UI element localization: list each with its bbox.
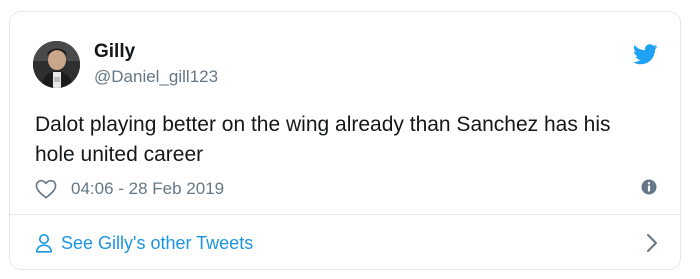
- see-other-tweets-link[interactable]: See Gilly's other Tweets: [10, 215, 680, 269]
- info-icon[interactable]: [640, 178, 658, 196]
- tweet-meta: 04:06 - 28 Feb 2019: [35, 177, 665, 201]
- avatar-image: [33, 41, 80, 88]
- user-handle[interactable]: @Daniel_gill123: [94, 67, 218, 87]
- twitter-bird-icon[interactable]: [633, 44, 658, 65]
- person-icon: [36, 234, 52, 253]
- tweet-text: Dalot playing better on the wing already…: [35, 113, 611, 166]
- tweet-timestamp[interactable]: 04:06 - 28 Feb 2019: [71, 179, 224, 199]
- see-other-tweets-label: See Gilly's other Tweets: [61, 233, 254, 253]
- display-name[interactable]: Gilly: [94, 41, 135, 63]
- tweet-card: Gilly @Daniel_gill123 Dalot playing bett…: [9, 11, 681, 270]
- chevron-right-icon: [647, 234, 657, 252]
- heart-outline-icon[interactable]: [35, 179, 57, 199]
- avatar[interactable]: [33, 41, 80, 88]
